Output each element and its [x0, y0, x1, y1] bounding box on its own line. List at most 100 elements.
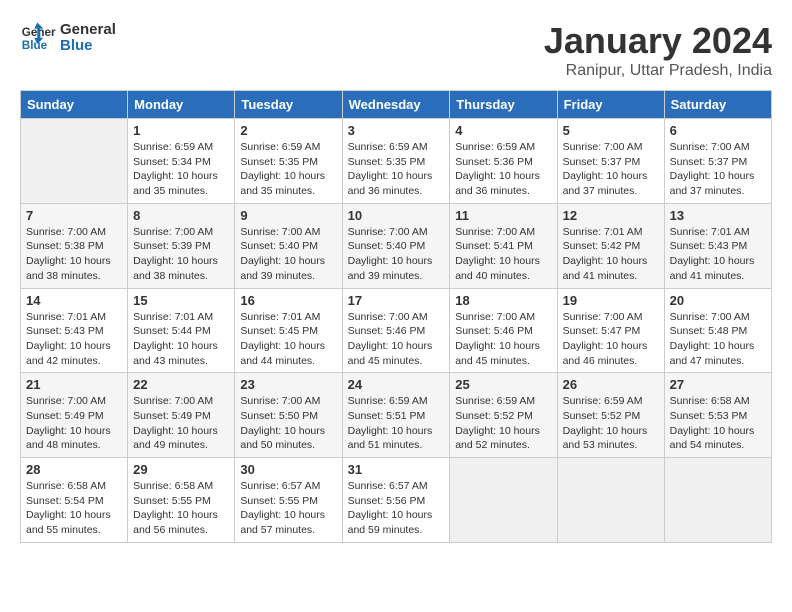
calendar-cell: 25 Sunrise: 6:59 AM Sunset: 5:52 PM Dayli… [450, 373, 557, 458]
calendar-cell: 21 Sunrise: 7:00 AM Sunset: 5:49 PM Dayli… [21, 373, 128, 458]
calendar-cell: 8 Sunrise: 7:00 AM Sunset: 5:39 PM Daylig… [128, 203, 235, 288]
day-number: 11 [455, 208, 551, 223]
calendar-title: January 2024 [544, 20, 772, 62]
day-number: 25 [455, 377, 551, 392]
calendar-cell: 20 Sunrise: 7:00 AM Sunset: 5:48 PM Dayli… [664, 288, 771, 373]
day-detail: Sunrise: 7:00 AM Sunset: 5:46 PM Dayligh… [348, 310, 445, 369]
col-header-sunday: Sunday [21, 91, 128, 119]
logo: General Blue General Blue [20, 20, 116, 56]
day-detail: Sunrise: 6:59 AM Sunset: 5:52 PM Dayligh… [455, 394, 551, 453]
calendar-cell: 28Sunrise: 6:58 AM Sunset: 5:54 PM Dayli… [21, 458, 128, 543]
calendar-cell: 26 Sunrise: 6:59 AM Sunset: 5:52 PM Dayli… [557, 373, 664, 458]
header-row: SundayMondayTuesdayWednesdayThursdayFrid… [21, 91, 772, 119]
day-number: 17 [348, 293, 445, 308]
calendar-cell [664, 458, 771, 543]
calendar-table: SundayMondayTuesdayWednesdayThursdayFrid… [20, 90, 772, 543]
day-number: 10 [348, 208, 445, 223]
calendar-cell [450, 458, 557, 543]
day-number: 13 [670, 208, 766, 223]
calendar-cell: 19 Sunrise: 7:00 AM Sunset: 5:47 PM Dayli… [557, 288, 664, 373]
calendar-cell: 18Sunrise: 7:00 AM Sunset: 5:46 PM Dayli… [450, 288, 557, 373]
calendar-cell [557, 458, 664, 543]
calendar-cell: 31 Sunrise: 6:57 AM Sunset: 5:56 PM Dayli… [342, 458, 450, 543]
day-number: 29 [133, 462, 229, 477]
calendar-cell: 6Sunrise: 7:00 AM Sunset: 5:37 PM Daylig… [664, 119, 771, 204]
day-detail: Sunrise: 6:59 AM Sunset: 5:52 PM Dayligh… [563, 394, 659, 453]
day-number: 14 [26, 293, 122, 308]
svg-text:Blue: Blue [22, 39, 48, 52]
calendar-cell: 16 Sunrise: 7:01 AM Sunset: 5:45 PM Dayli… [235, 288, 342, 373]
calendar-cell: 1 Sunrise: 6:59 AM Sunset: 5:34 PM Daylig… [128, 119, 235, 204]
day-number: 31 [348, 462, 445, 477]
day-detail: Sunrise: 7:00 AM Sunset: 5:39 PM Dayligh… [133, 225, 229, 284]
calendar-cell: 2 Sunrise: 6:59 AM Sunset: 5:35 PM Daylig… [235, 119, 342, 204]
day-detail: Sunrise: 6:59 AM Sunset: 5:51 PM Dayligh… [348, 394, 445, 453]
day-detail: Sunrise: 6:59 AM Sunset: 5:34 PM Dayligh… [133, 140, 229, 199]
day-detail: Sunrise: 6:58 AM Sunset: 5:53 PM Dayligh… [670, 394, 766, 453]
day-number: 26 [563, 377, 659, 392]
header: General Blue General Blue January 2024 R… [20, 20, 772, 80]
day-detail: Sunrise: 7:00 AM Sunset: 5:46 PM Dayligh… [455, 310, 551, 369]
day-detail: Sunrise: 6:58 AM Sunset: 5:55 PM Dayligh… [133, 479, 229, 538]
day-number: 15 [133, 293, 229, 308]
day-number: 5 [563, 123, 659, 138]
day-number: 20 [670, 293, 766, 308]
day-number: 24 [348, 377, 445, 392]
col-header-saturday: Saturday [664, 91, 771, 119]
day-detail: Sunrise: 6:59 AM Sunset: 5:35 PM Dayligh… [348, 140, 445, 199]
day-detail: Sunrise: 7:01 AM Sunset: 5:45 PM Dayligh… [240, 310, 336, 369]
col-header-friday: Friday [557, 91, 664, 119]
day-detail: Sunrise: 7:01 AM Sunset: 5:44 PM Dayligh… [133, 310, 229, 369]
calendar-cell: 13Sunrise: 7:01 AM Sunset: 5:43 PM Dayli… [664, 203, 771, 288]
col-header-thursday: Thursday [450, 91, 557, 119]
day-detail: Sunrise: 7:01 AM Sunset: 5:42 PM Dayligh… [563, 225, 659, 284]
col-header-wednesday: Wednesday [342, 91, 450, 119]
calendar-cell: 30Sunrise: 6:57 AM Sunset: 5:55 PM Dayli… [235, 458, 342, 543]
week-row-4: 21 Sunrise: 7:00 AM Sunset: 5:49 PM Dayli… [21, 373, 772, 458]
logo-blue: Blue [60, 38, 116, 55]
calendar-cell: 27 Sunrise: 6:58 AM Sunset: 5:53 PM Dayli… [664, 373, 771, 458]
calendar-cell: 5 Sunrise: 7:00 AM Sunset: 5:37 PM Daylig… [557, 119, 664, 204]
col-header-tuesday: Tuesday [235, 91, 342, 119]
day-detail: Sunrise: 6:59 AM Sunset: 5:36 PM Dayligh… [455, 140, 551, 199]
day-number: 2 [240, 123, 336, 138]
day-number: 6 [670, 123, 766, 138]
day-detail: Sunrise: 7:00 AM Sunset: 5:48 PM Dayligh… [670, 310, 766, 369]
calendar-cell: 10Sunrise: 7:00 AM Sunset: 5:40 PM Dayli… [342, 203, 450, 288]
day-number: 12 [563, 208, 659, 223]
day-detail: Sunrise: 6:59 AM Sunset: 5:35 PM Dayligh… [240, 140, 336, 199]
calendar-cell: 11 Sunrise: 7:00 AM Sunset: 5:41 PM Dayli… [450, 203, 557, 288]
day-detail: Sunrise: 6:57 AM Sunset: 5:56 PM Dayligh… [348, 479, 445, 538]
day-detail: Sunrise: 7:00 AM Sunset: 5:38 PM Dayligh… [26, 225, 122, 284]
day-detail: Sunrise: 7:00 AM Sunset: 5:49 PM Dayligh… [26, 394, 122, 453]
calendar-subtitle: Ranipur, Uttar Pradesh, India [544, 62, 772, 80]
day-number: 9 [240, 208, 336, 223]
day-detail: Sunrise: 7:00 AM Sunset: 5:37 PM Dayligh… [563, 140, 659, 199]
calendar-cell: 22Sunrise: 7:00 AM Sunset: 5:49 PM Dayli… [128, 373, 235, 458]
calendar-cell [21, 119, 128, 204]
day-number: 27 [670, 377, 766, 392]
day-detail: Sunrise: 7:00 AM Sunset: 5:50 PM Dayligh… [240, 394, 336, 453]
col-header-monday: Monday [128, 91, 235, 119]
day-detail: Sunrise: 7:00 AM Sunset: 5:49 PM Dayligh… [133, 394, 229, 453]
calendar-cell: 4 Sunrise: 6:59 AM Sunset: 5:36 PM Daylig… [450, 119, 557, 204]
day-number: 23 [240, 377, 336, 392]
week-row-1: 1 Sunrise: 6:59 AM Sunset: 5:34 PM Daylig… [21, 119, 772, 204]
day-number: 7 [26, 208, 122, 223]
day-detail: Sunrise: 7:00 AM Sunset: 5:40 PM Dayligh… [240, 225, 336, 284]
logo-general: General [60, 22, 116, 39]
week-row-2: 7 Sunrise: 7:00 AM Sunset: 5:38 PM Daylig… [21, 203, 772, 288]
day-number: 21 [26, 377, 122, 392]
day-number: 8 [133, 208, 229, 223]
day-detail: Sunrise: 7:00 AM Sunset: 5:47 PM Dayligh… [563, 310, 659, 369]
day-number: 19 [563, 293, 659, 308]
calendar-cell: 9 Sunrise: 7:00 AM Sunset: 5:40 PM Daylig… [235, 203, 342, 288]
calendar-cell: 17 Sunrise: 7:00 AM Sunset: 5:46 PM Dayli… [342, 288, 450, 373]
calendar-cell: 15 Sunrise: 7:01 AM Sunset: 5:44 PM Dayli… [128, 288, 235, 373]
day-number: 16 [240, 293, 336, 308]
day-number: 1 [133, 123, 229, 138]
day-number: 28 [26, 462, 122, 477]
calendar-cell: 3Sunrise: 6:59 AM Sunset: 5:35 PM Daylig… [342, 119, 450, 204]
day-detail: Sunrise: 7:00 AM Sunset: 5:41 PM Dayligh… [455, 225, 551, 284]
day-number: 4 [455, 123, 551, 138]
